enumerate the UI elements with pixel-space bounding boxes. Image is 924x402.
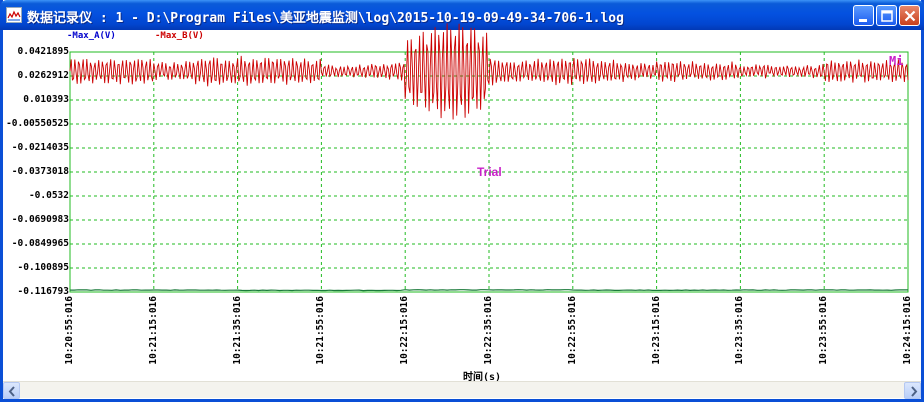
- chevron-left-icon: [8, 386, 15, 397]
- y-tick-label: 0.010393: [23, 94, 69, 105]
- y-tick-label: -0.0849965: [11, 238, 69, 249]
- chart-plot: [69, 23, 909, 293]
- y-tick-label: -0.0373018: [11, 166, 69, 177]
- x-tick-label: 10:23:35:016: [734, 296, 746, 365]
- x-tick-label: 10:22:35:016: [483, 296, 494, 365]
- y-tick-label: -0.0690983: [11, 214, 69, 225]
- x-tick-label: 10:21:55:016: [315, 296, 327, 365]
- horizontal-scrollbar[interactable]: [3, 381, 921, 399]
- scroll-right-button[interactable]: [904, 382, 921, 399]
- y-tick-label: 0.0421895: [17, 46, 69, 57]
- x-tick-label: 10:21:15:016: [147, 296, 159, 365]
- y-tick-label: -0.00550525: [6, 118, 69, 129]
- chevron-right-icon: [911, 386, 918, 397]
- x-tick-label: 10:21:35:016: [231, 296, 243, 365]
- corner-glyph: Mi: [889, 54, 904, 68]
- series-line-a: [70, 289, 908, 292]
- x-tick-label: 10:23:55:016: [818, 296, 830, 365]
- y-tick-label: -0.100895: [17, 262, 69, 273]
- trial-watermark: Trial: [477, 165, 502, 179]
- app-window: 数据记录仪 : 1 - D:\Program Files\美亚地震监测\log\…: [0, 0, 924, 402]
- x-tick-label: 10:20:55:016: [64, 296, 75, 365]
- x-tick-label: 10:22:15:016: [399, 296, 411, 365]
- scroll-left-button[interactable]: [3, 382, 20, 399]
- x-tick-label: 10:24:15:016: [902, 296, 913, 365]
- x-tick-label: 10:22:55:016: [566, 296, 578, 365]
- y-tick-label: 0.0262912: [17, 70, 69, 81]
- y-tick-label: -0.0532: [28, 190, 69, 201]
- y-tick-label: -0.0214035: [11, 142, 69, 153]
- x-tick-label: 10:23:15:016: [650, 296, 662, 365]
- y-tick-label: -0.116793: [17, 286, 69, 297]
